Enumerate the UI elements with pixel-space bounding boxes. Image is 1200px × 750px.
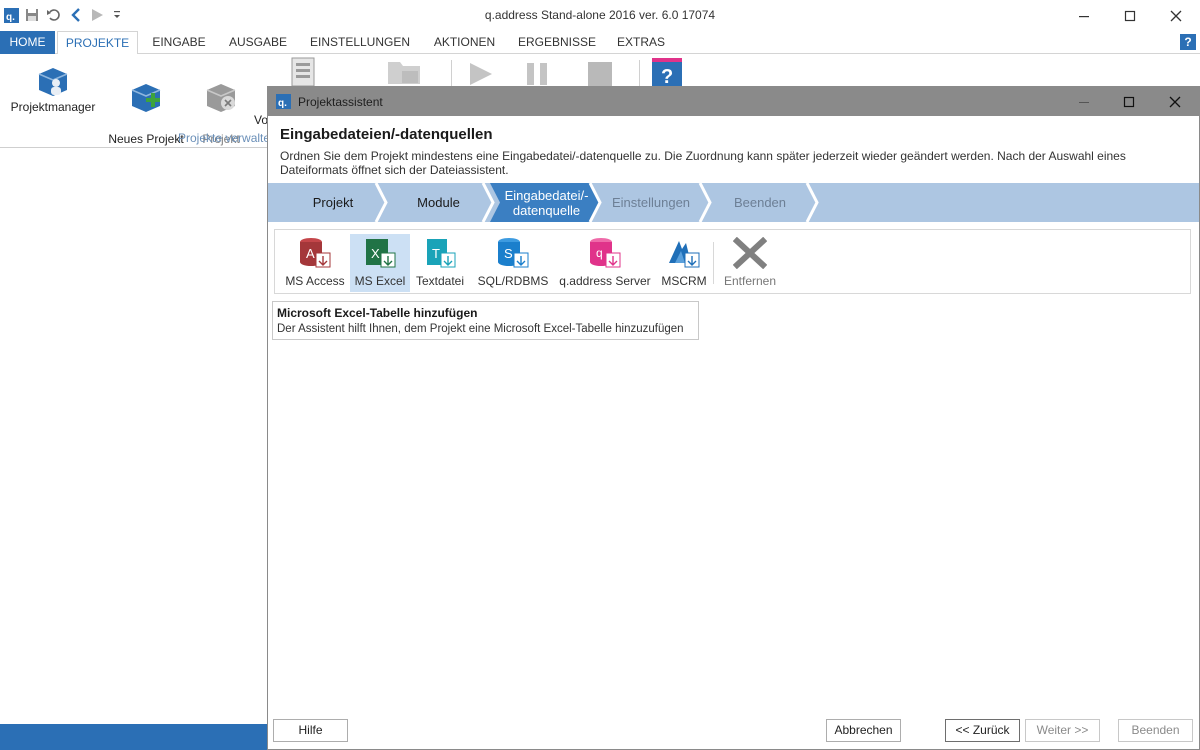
svg-text:?: ? — [661, 66, 673, 86]
help-large-icon[interactable]: ? — [652, 58, 682, 89]
info-text: Der Assistent hilft Ihnen, dem Projekt e… — [277, 323, 684, 335]
close-icon — [1169, 96, 1181, 107]
source-ms-excel-button[interactable]: X MS Excel — [350, 234, 410, 292]
ms-access-icon: A — [279, 236, 351, 270]
dialog-titlebar: q. Projektassistent — [268, 87, 1199, 116]
source-ms-access-button[interactable]: A MS Access — [279, 234, 351, 292]
source-sql-button[interactable]: S SQL/RDBMS — [475, 234, 551, 292]
ribbon-separator — [451, 60, 452, 86]
svg-text:X: X — [371, 246, 380, 261]
remove-source-button[interactable]: Entfernen — [717, 234, 783, 292]
svg-text:A: A — [306, 246, 315, 261]
svg-text:T: T — [432, 246, 440, 261]
minimize-icon — [1079, 101, 1089, 103]
dialog-close-button[interactable] — [1152, 87, 1198, 116]
remove-x-icon — [717, 236, 783, 270]
tab-aktionen[interactable]: AKTIONEN — [425, 31, 504, 54]
project-wizard-dialog: q. Projektassistent Eingabedateien/-date… — [267, 86, 1200, 750]
source-info-box: Microsoft Excel-Tabelle hinzufügen Der A… — [272, 301, 699, 340]
source-textfile-button[interactable]: T Textdatei — [413, 234, 467, 292]
maximize-icon — [1123, 96, 1135, 107]
info-heading: Microsoft Excel-Tabelle hinzufügen — [277, 306, 478, 320]
source-textfile-label: Textdatei — [415, 274, 465, 288]
close-icon — [1170, 10, 1182, 21]
ribbon-separator-2 — [639, 60, 640, 86]
source-mscrm-label: MSCRM — [661, 274, 707, 288]
back-arrow-icon[interactable] — [69, 7, 83, 26]
source-type-toolbar: A MS Access X MS Excel T Textdatei S SQL… — [274, 229, 1191, 294]
projektmanager-button[interactable]: Projektmanager — [8, 62, 98, 115]
app-titlebar: q. q.address Stand-alone 2016 ver. 6.0 1… — [0, 0, 1200, 31]
back-button[interactable]: << Zurück — [945, 719, 1020, 742]
mscrm-icon — [657, 236, 711, 270]
workspace-area — [0, 149, 268, 724]
svg-text:q: q — [596, 246, 603, 260]
tab-projekte[interactable]: PROJEKTE — [57, 31, 138, 55]
source-qaddress-server-button[interactable]: q q.address Server — [557, 234, 653, 292]
source-mscrm-button[interactable]: MSCRM — [657, 234, 711, 292]
help-button[interactable]: Hilfe — [273, 719, 348, 742]
ms-excel-icon: X — [350, 236, 410, 270]
dialog-minimize-button[interactable] — [1061, 87, 1107, 116]
remove-source-label: Entfernen — [723, 274, 777, 288]
text-file-icon: T — [413, 236, 467, 270]
quick-access-dropdown-icon[interactable] — [112, 9, 122, 24]
settings-doc-button[interactable]: Vo — [254, 62, 268, 128]
svg-text:q.: q. — [6, 12, 15, 23]
help-icon: ? — [1184, 35, 1192, 49]
dialog-title: Projektassistent — [298, 95, 383, 109]
app-title: q.address Stand-alone 2016 ver. 6.0 1707… — [484, 8, 716, 22]
help-tab-button[interactable]: ? — [1180, 34, 1196, 50]
toolbar-separator — [713, 242, 714, 284]
play-icon[interactable] — [90, 7, 104, 26]
close-button[interactable] — [1153, 0, 1199, 31]
step-module: Module — [417, 195, 460, 210]
finish-button[interactable]: Beenden — [1118, 719, 1193, 742]
projektmanager-label: Projektmanager — [10, 100, 96, 114]
tab-extras[interactable]: EXTRAS — [610, 31, 672, 54]
close-project-icon — [190, 78, 252, 112]
tab-eingabe[interactable]: EINGABE — [144, 31, 214, 54]
project-manager-icon — [8, 62, 98, 96]
tab-home[interactable]: HOME — [0, 31, 55, 54]
minimize-button[interactable] — [1061, 0, 1107, 31]
next-button[interactable]: Weiter >> — [1025, 719, 1100, 742]
cancel-button[interactable]: Abbrechen — [826, 719, 901, 742]
step-eingabedatei: Eingabedatei/- datenquelle — [504, 187, 589, 218]
tab-einstellungen[interactable]: EINSTELLUNGEN — [305, 31, 415, 54]
undo-icon[interactable] — [46, 7, 62, 26]
source-sql-label: SQL/RDBMS — [477, 274, 549, 288]
tab-ausgabe[interactable]: AUSGABE — [222, 31, 294, 54]
ribbon-tabs: HOME PROJEKTE EINGABE AUSGABE EINSTELLUN… — [0, 31, 1200, 55]
maximize-button[interactable] — [1107, 0, 1153, 31]
tab-ergebnisse[interactable]: ERGEBNISSE — [514, 31, 600, 54]
dialog-heading: Eingabedateien/-datenquellen — [280, 126, 493, 143]
maximize-icon — [1124, 10, 1136, 21]
sql-database-icon: S — [475, 236, 551, 270]
step-projekt: Projekt — [312, 195, 354, 210]
dialog-description: Ordnen Sie dem Projekt mindestens eine E… — [280, 149, 1126, 177]
source-ms-excel-label: MS Excel — [354, 274, 406, 288]
svg-text:q.: q. — [278, 98, 287, 109]
qaddress-server-icon: q — [557, 236, 653, 270]
ribbon-group-label: Projekte verwalte — [178, 131, 271, 145]
source-qaddress-server-label: q.address Server — [559, 274, 651, 288]
source-ms-access-label: MS Access — [285, 274, 345, 288]
save-icon[interactable] — [25, 8, 39, 25]
minimize-icon — [1079, 15, 1089, 17]
step-beenden: Beenden — [733, 195, 787, 210]
folder-grid-icon — [386, 58, 422, 89]
dialog-logo-icon: q. — [276, 94, 291, 112]
svg-text:S: S — [504, 246, 513, 261]
step-einstellungen: Einstellungen — [611, 195, 691, 210]
app-logo-icon: q. — [4, 8, 19, 23]
dialog-maximize-button[interactable] — [1106, 87, 1152, 116]
new-project-icon — [104, 78, 188, 112]
settings-doc-label: Vo — [254, 113, 268, 127]
wizard-steps: Projekt Module Eingabedatei/- datenquell… — [268, 183, 1199, 222]
